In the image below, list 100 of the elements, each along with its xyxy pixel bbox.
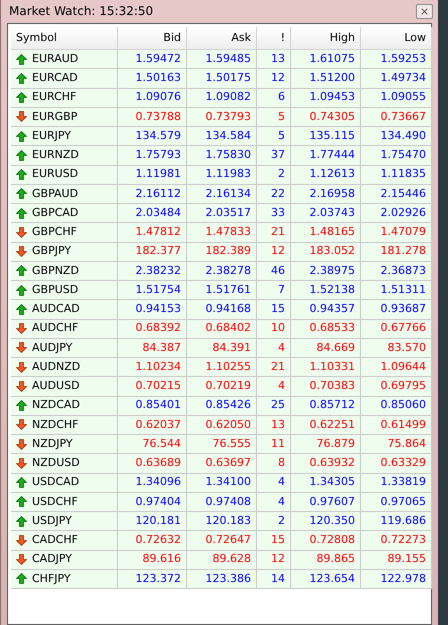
symbol-cell[interactable]: EURCAD (11, 69, 118, 88)
table-cell: 2.16958 (291, 184, 361, 204)
symbol-cell[interactable]: EURNZD (11, 146, 118, 166)
symbol-cell[interactable]: USDCAD (11, 474, 118, 493)
column-header[interactable]: Bid (118, 27, 187, 50)
down-arrow-icon (16, 226, 27, 238)
table-cell: 0.68392 (118, 320, 187, 339)
symbol-cell[interactable]: GBPUSD (11, 281, 118, 300)
column-header[interactable]: Ask (187, 27, 257, 50)
table-cell: 4 (257, 474, 291, 493)
table-cell: 0.62037 (118, 416, 187, 435)
symbol-text: USDCHF (32, 494, 78, 510)
symbol-cell[interactable]: AUDCAD (11, 300, 118, 320)
table-cell: 2.38232 (118, 262, 187, 281)
symbol-cell[interactable]: AUDNZD (11, 358, 118, 378)
table-cell: 10 (257, 320, 291, 339)
table-cell: 0.70383 (291, 377, 361, 396)
table-cell: 181.278 (361, 242, 432, 262)
table-cell: 0.73788 (118, 108, 187, 127)
symbol-text: EURGBP (32, 108, 78, 125)
symbol-cell[interactable]: CADCHF (11, 531, 118, 550)
symbol-cell[interactable]: NZDJPY (11, 435, 118, 454)
table-cell: 4 (257, 377, 291, 396)
table-cell: 182.389 (187, 242, 257, 262)
table-cell: 76.555 (187, 435, 257, 454)
table-cell: 0.85401 (118, 396, 187, 416)
table-cell: 1.10234 (118, 358, 187, 378)
symbol-cell[interactable]: GBPJPY (11, 242, 118, 262)
table-cell: 83.570 (361, 338, 432, 358)
symbol-text: CHFJPY (32, 570, 71, 587)
up-arrow-icon (16, 72, 27, 84)
table-cell: 0.63329 (361, 454, 432, 474)
symbol-cell[interactable]: AUDJPY (11, 338, 118, 358)
symbol-cell[interactable]: GBPAUD (11, 184, 118, 204)
table-cell: 1.11835 (361, 166, 432, 185)
symbol-cell[interactable]: EURAUD (11, 50, 118, 70)
up-arrow-icon (16, 92, 27, 104)
symbol-cell[interactable]: USDCHF (11, 492, 118, 512)
table-cell: 1.34100 (187, 474, 257, 493)
symbol-cell[interactable]: EURUSD (11, 166, 118, 185)
table-cell: 0.72632 (118, 531, 187, 550)
symbol-cell[interactable]: GBPCAD (11, 204, 118, 224)
symbol-text: GBPNZD (32, 262, 79, 279)
table-cell: 1.09076 (118, 88, 187, 108)
symbol-cell[interactable]: EURJPY (11, 127, 118, 146)
symbol-text: EURUSD (32, 166, 78, 182)
table-cell: 1.59472 (118, 50, 187, 70)
column-header[interactable]: ! (257, 27, 291, 50)
symbol-cell[interactable]: AUDCHF (11, 320, 118, 339)
symbol-text: USDJPY (32, 512, 72, 529)
column-header[interactable]: Symbol (11, 27, 118, 50)
symbol-text: GBPCHF (32, 224, 77, 240)
symbol-cell[interactable]: AUDUSD (11, 377, 118, 396)
table-cell: 1.10331 (291, 358, 361, 378)
symbol-cell[interactable]: NZDUSD (11, 454, 118, 474)
table-cell: 1.10255 (187, 358, 257, 378)
up-arrow-icon (16, 150, 27, 161)
table-cell: 0.94153 (118, 300, 187, 320)
symbol-text: AUDNZD (32, 358, 80, 375)
table-cell: 135.115 (291, 127, 361, 146)
table-cell: 6 (257, 88, 291, 108)
down-arrow-icon (16, 362, 27, 373)
table-cell: 0.73667 (361, 108, 432, 127)
window-title: Market Watch: 15:32:50 (9, 3, 154, 20)
table-cell: 89.865 (291, 550, 361, 570)
symbol-cell[interactable]: GBPNZD (11, 262, 118, 281)
table-cell: 182.377 (118, 242, 187, 262)
symbol-cell[interactable]: CADJPY (11, 550, 118, 570)
table-cell: 1.61075 (291, 50, 361, 70)
table-cell: 2.03743 (291, 204, 361, 224)
column-header[interactable]: High (291, 27, 361, 50)
up-arrow-icon (16, 265, 27, 276)
table-cell: 22 (257, 184, 291, 204)
table-cell: 0.85712 (291, 396, 361, 416)
symbol-cell[interactable]: GBPCHF (11, 223, 118, 242)
symbol-cell[interactable]: NZDCHF (11, 416, 118, 435)
table-cell: 123.654 (291, 570, 361, 589)
table-cell: 2.38975 (291, 262, 361, 281)
symbol-cell[interactable]: USDJPY (11, 512, 118, 532)
table-cell: 0.61499 (361, 416, 432, 435)
close-button[interactable]: × (416, 4, 433, 18)
symbol-cell[interactable]: CHFJPY (11, 570, 118, 589)
table-cell: 13 (257, 50, 291, 70)
table-cell: 0.73793 (187, 108, 257, 127)
table-cell: 1.11981 (118, 166, 187, 185)
table-cell: 134.579 (118, 127, 187, 146)
table-cell: 0.62050 (187, 416, 257, 435)
table-cell: 1.09055 (361, 88, 432, 108)
table-cell: 21 (257, 223, 291, 242)
column-header[interactable]: Low (361, 27, 432, 50)
symbol-text: NZDJPY (32, 436, 73, 452)
table-cell: 0.63689 (118, 454, 187, 474)
table-cell: 0.97065 (361, 492, 432, 512)
symbol-cell[interactable]: EURGBP (11, 108, 118, 127)
table-cell: 1.12613 (291, 166, 361, 185)
table-cell: 0.68402 (187, 320, 257, 339)
symbol-cell[interactable]: EURCHF (11, 88, 118, 108)
symbol-text: EURNZD (32, 147, 79, 164)
symbol-cell[interactable]: NZDCAD (11, 396, 118, 416)
symbol-text: AUDCAD (32, 301, 80, 318)
